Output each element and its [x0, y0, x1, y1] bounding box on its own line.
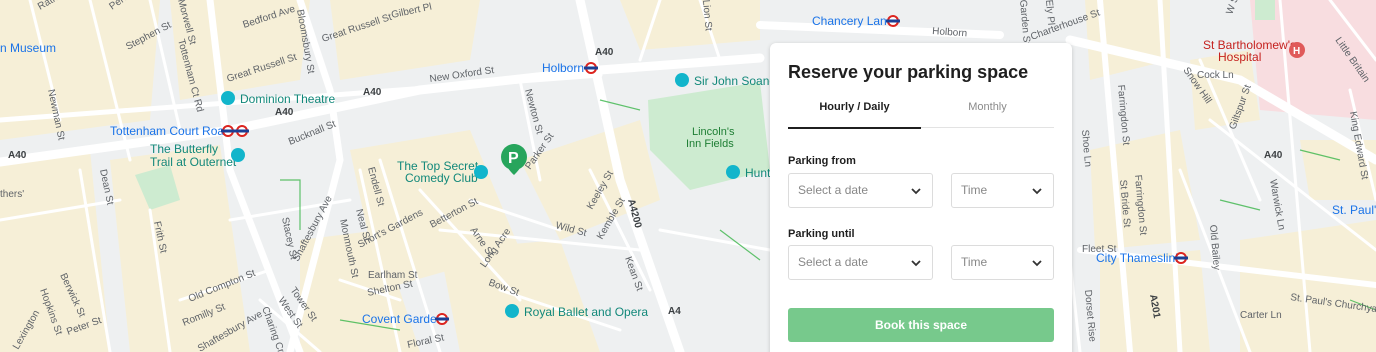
map-label-tottenham-court-road: Tottenham Court Road: [110, 124, 231, 138]
street-label: Ely Pl: [1043, 0, 1056, 26]
street-label: Cock Ln: [1197, 70, 1234, 81]
map-label-royal-ballet: Royal Ballet and Opera: [524, 305, 648, 319]
tab-monthly[interactable]: Monthly: [921, 101, 1054, 128]
parking-until-date-select[interactable]: Select a date: [788, 245, 933, 280]
theatre-pin-icon[interactable]: [221, 91, 235, 105]
map-label-butterfly-2: Trail at Outernet: [150, 155, 237, 169]
parking-from-date-select[interactable]: Select a date: [788, 173, 933, 208]
chevron-down-icon: [911, 188, 921, 195]
attraction-pin-icon[interactable]: [231, 148, 245, 162]
map-label-dominion-theatre: Dominion Theatre: [240, 92, 335, 106]
parking-from-label: Parking from: [788, 155, 856, 167]
street-label: Carter Ln: [1240, 310, 1282, 321]
street-label: Fleet St: [1082, 244, 1117, 255]
street-label: thers': [0, 189, 24, 200]
parking-until-label: Parking until: [788, 228, 855, 240]
parking-from-time-select[interactable]: Time: [951, 173, 1054, 208]
road-label-a4: A4: [668, 306, 681, 317]
museum-pin-icon[interactable]: [726, 165, 740, 179]
parking-until-time-placeholder: Time: [961, 255, 988, 269]
opera-pin-icon[interactable]: [505, 304, 519, 318]
map-label-holborn: Holborn: [542, 61, 584, 75]
map-label-comedy-2: Comedy Club: [405, 171, 478, 185]
book-space-button[interactable]: Book this space: [788, 308, 1054, 342]
tube-bar-icon: [886, 19, 900, 23]
parking-from-time-placeholder: Time: [961, 183, 988, 197]
svg-text:H: H: [1293, 46, 1300, 57]
chevron-down-icon: [1032, 188, 1042, 195]
parking-from-date-placeholder: Select a date: [798, 183, 869, 197]
booking-tabs: Hourly / Daily Monthly: [788, 101, 1054, 129]
comedy-club-pin-icon[interactable]: [474, 165, 488, 179]
road-label-a40: A40: [595, 47, 614, 58]
map-label-st-bartholomews-2: Hospital: [1218, 50, 1261, 64]
map[interactable]: Chancery Lane Holborn Tottenham Court Ro…: [0, 0, 1376, 352]
tab-hourly-daily[interactable]: Hourly / Daily: [788, 101, 921, 129]
map-label-museum: n Museum: [0, 41, 56, 55]
road-label-a40: A40: [275, 107, 294, 118]
road-label-a40: A40: [363, 87, 382, 98]
museum-pin-icon[interactable]: [675, 73, 689, 87]
map-label-lincolns-1: Lincoln's: [692, 126, 735, 138]
parking-until-time-select[interactable]: Time: [951, 245, 1054, 280]
reservation-panel: Reserve your parking space Hourly / Dail…: [770, 43, 1072, 352]
road-label-a40: A40: [8, 150, 27, 161]
map-label-covent-garden: Covent Garden: [362, 312, 443, 326]
road-label-a40: A40: [1264, 150, 1283, 161]
map-label-hunt: Hunt: [745, 166, 771, 180]
map-label-butterfly-1: The Butterfly: [150, 142, 218, 156]
map-label-chancery-lane: Chancery Lane: [812, 14, 894, 28]
map-label-lincolns-2: Inn Fields: [686, 138, 734, 150]
chevron-down-icon: [1032, 260, 1042, 267]
map-label-st-pauls: St. Paul's: [1332, 203, 1376, 217]
parking-until-date-placeholder: Select a date: [798, 255, 869, 269]
panel-title: Reserve your parking space: [788, 62, 1029, 82]
chevron-down-icon: [911, 260, 921, 267]
svg-text:P: P: [508, 150, 519, 167]
